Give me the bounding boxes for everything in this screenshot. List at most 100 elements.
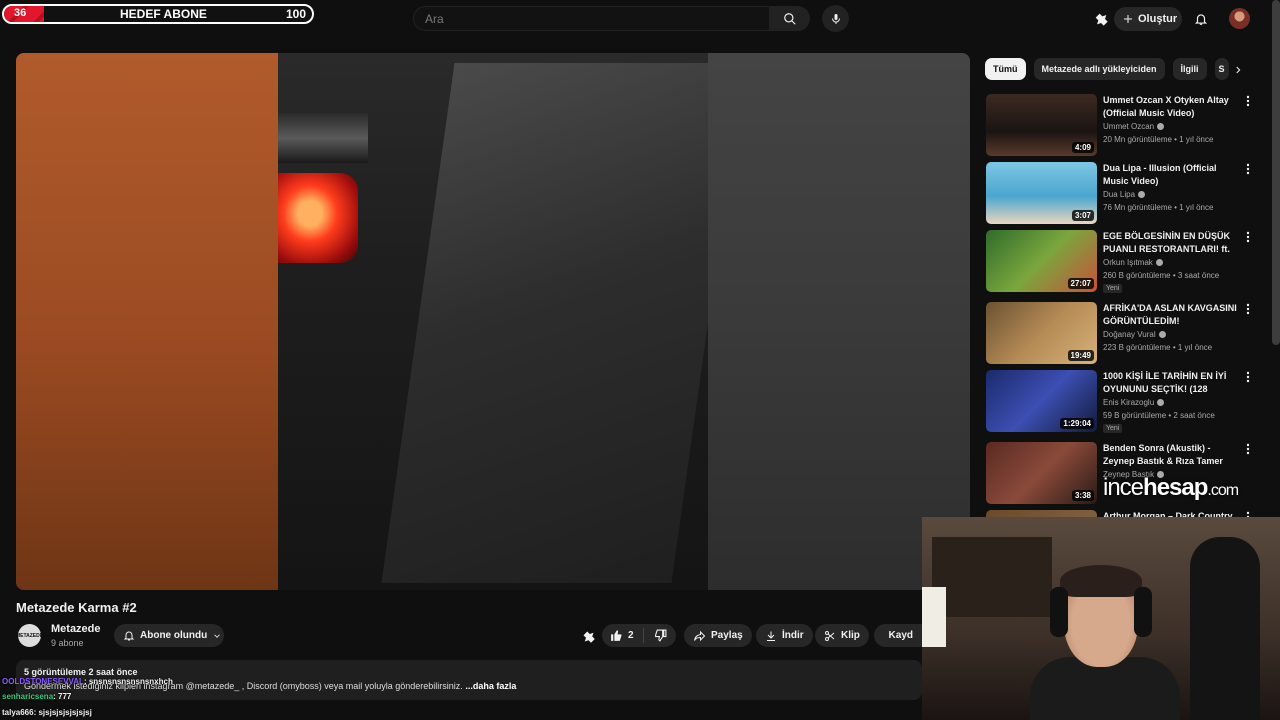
recommendation-title[interactable]: 1000 KİŞİ İLE TARİHİN EN İYİ OYUNUNU SEÇ… xyxy=(1103,370,1238,396)
video-thumbnail[interactable]: 1:29:04 xyxy=(986,370,1097,432)
recommendation-channel[interactable]: Orkun Işıtmak xyxy=(1103,258,1163,267)
search-input[interactable]: Ara xyxy=(413,6,770,31)
download-label: İndir xyxy=(782,630,804,641)
more-options-button[interactable] xyxy=(1244,302,1252,316)
webcam-overlay xyxy=(922,517,1280,720)
recommendation-item[interactable]: 4:09 Ummet Ozcan X Otyken Altay (Official… xyxy=(986,94,1256,156)
recommendation-channel[interactable]: Ummet Ozcan xyxy=(1103,122,1165,131)
video-thumbnail[interactable]: 3:07 xyxy=(986,162,1097,224)
search-button[interactable] xyxy=(770,6,810,31)
chat-username: OOLDSTONESEVVAL xyxy=(2,677,84,686)
more-vertical-icon xyxy=(1246,231,1250,243)
video-duration: 3:38 xyxy=(1071,490,1094,501)
verified-icon xyxy=(1157,123,1165,130)
dislike-button[interactable] xyxy=(644,629,676,642)
share-icon xyxy=(694,630,706,641)
recommendation-channel[interactable]: Enis Kirazoglu xyxy=(1103,398,1165,407)
chip-from-uploader[interactable]: Metazede adlı yükleyiciden xyxy=(1033,58,1165,80)
more-options-button[interactable] xyxy=(1244,230,1252,244)
like-button[interactable]: 2 xyxy=(602,628,644,643)
video-thumbnail[interactable]: 27:07 xyxy=(986,230,1097,292)
description-views-time: 5 görüntüleme 2 saat önce xyxy=(24,667,138,677)
verified-icon xyxy=(1155,259,1163,266)
watermark-part3: .com xyxy=(1207,482,1239,499)
verified-icon xyxy=(1157,399,1165,406)
download-icon xyxy=(767,631,775,641)
video-thumbnail[interactable]: 19:49 xyxy=(986,302,1097,364)
recommendation-meta: 76 Mn görüntüleme • 1 yıl önce xyxy=(1103,203,1214,212)
tail-light-top xyxy=(278,113,368,163)
like-dislike-group: 2 xyxy=(602,624,676,647)
page-scrollbar[interactable] xyxy=(1272,0,1280,345)
recommendation-title[interactable]: Dua Lipa - Illusion (Official Music Vide… xyxy=(1103,162,1238,188)
channel-avatar[interactable]: METAZEDE xyxy=(15,624,44,647)
recommendation-channel-name: Doğanay Vural xyxy=(1103,330,1156,339)
like-count: 2 xyxy=(628,630,634,641)
video-player[interactable] xyxy=(16,53,970,590)
show-more-link[interactable]: ...daha fazla xyxy=(465,681,516,691)
goal-label: HEDEF ABONE xyxy=(120,7,207,21)
voice-search-button[interactable] xyxy=(822,5,849,32)
channel-name[interactable]: Metazede xyxy=(51,623,101,635)
clip-button[interactable]: Klip xyxy=(815,624,869,647)
recommendation-channel-name: Enis Kirazoglu xyxy=(1103,398,1155,407)
recommendation-item[interactable]: 1:29:04 1000 KİŞİ İLE TARİHİN EN İYİ OYUN… xyxy=(986,370,1256,433)
chip-related[interactable]: İlgili xyxy=(1172,58,1207,80)
webcam-person-hair xyxy=(1060,565,1142,597)
recommendation-meta: 20 Mn görüntüleme • 1 yıl önce xyxy=(1103,135,1214,144)
recommendation-title[interactable]: Benden Sonra (Akustik) - Zeynep Bastık &… xyxy=(1103,442,1238,468)
chat-text: : sjsjsjsjsjsjsjsj xyxy=(33,708,92,717)
watermark: incehesap.com xyxy=(1103,474,1239,502)
video-thumbnail[interactable]: 3:38 xyxy=(986,442,1097,504)
chevron-right-icon xyxy=(1236,66,1241,74)
more-vertical-icon xyxy=(1246,443,1250,455)
new-badge: Yeni xyxy=(1103,424,1123,433)
goal-current: 36 xyxy=(14,7,27,19)
video-duration: 1:29:04 xyxy=(1060,418,1094,429)
more-options-button[interactable] xyxy=(1244,94,1252,108)
recommendation-item[interactable]: 3:07 Dua Lipa - Illusion (Official Music … xyxy=(986,162,1256,224)
account-avatar[interactable] xyxy=(1229,8,1250,29)
webcam-light xyxy=(922,587,946,647)
recommendation-meta: 223 B görüntüleme • 1 yıl önce xyxy=(1103,343,1213,352)
more-options-button[interactable] xyxy=(1244,370,1252,384)
video-thumbnail[interactable]: 4:09 xyxy=(986,94,1097,156)
search-placeholder: Ara xyxy=(425,12,444,26)
extension-icon xyxy=(1095,13,1108,26)
more-vertical-icon xyxy=(1246,371,1250,383)
recommendation-item[interactable]: 19:49 AFRİKA'DA ASLAN KAVGASINI GÖRÜNTÜLE… xyxy=(986,302,1256,364)
webcam-chair xyxy=(1190,537,1260,720)
more-options-button[interactable] xyxy=(1244,442,1252,456)
webcam-headset-left xyxy=(1050,587,1068,637)
video-duration: 27:07 xyxy=(1067,278,1094,289)
share-button[interactable]: Paylaş xyxy=(684,624,752,647)
channel-avatar-text: METAZEDE xyxy=(15,632,44,639)
more-options-button[interactable] xyxy=(1244,162,1252,176)
chips-next-button[interactable] xyxy=(1228,60,1248,80)
video-frame-left xyxy=(16,53,278,590)
notifications-button[interactable] xyxy=(1190,8,1212,30)
create-button[interactable]: Oluştur xyxy=(1114,7,1182,31)
recommendation-title[interactable]: EGE BÖLGESİNİN EN DÜŞÜK PUANLI RESTORANT… xyxy=(1103,230,1238,256)
extension-action-button[interactable] xyxy=(577,625,599,647)
download-button[interactable]: İndir xyxy=(756,624,813,647)
chip-partial[interactable]: S xyxy=(1214,58,1229,80)
chat-message: OOLDSTONESEVVAL: snsnsnsnsnsnsnxhch xyxy=(2,677,173,686)
recommendation-title[interactable]: AFRİKA'DA ASLAN KAVGASINI GÖRÜNTÜLEDİM! … xyxy=(1103,302,1238,328)
subscribed-button[interactable]: Abone olundu xyxy=(114,624,224,647)
recommendation-channel[interactable]: Doğanay Vural xyxy=(1103,330,1166,339)
recommendation-channel[interactable]: Dua Lipa xyxy=(1103,190,1146,199)
tail-light xyxy=(278,173,358,263)
thumbs-up-icon xyxy=(611,630,622,641)
share-label: Paylaş xyxy=(711,630,743,641)
save-button[interactable]: Kayd xyxy=(874,624,922,647)
recommendation-item[interactable]: 27:07 EGE BÖLGESİNİN EN DÜŞÜK PUANLI REST… xyxy=(986,230,1256,293)
recommendation-title[interactable]: Ummet Ozcan X Otyken Altay (Official Mus… xyxy=(1103,94,1238,120)
extension-button[interactable] xyxy=(1090,8,1112,30)
bell-icon xyxy=(123,631,135,641)
chip-all[interactable]: Tümü xyxy=(985,58,1026,80)
bookmark-icon xyxy=(883,635,884,636)
create-label: Oluştur xyxy=(1138,13,1178,25)
video-frame-center xyxy=(278,53,745,590)
plus-icon xyxy=(1124,15,1132,23)
